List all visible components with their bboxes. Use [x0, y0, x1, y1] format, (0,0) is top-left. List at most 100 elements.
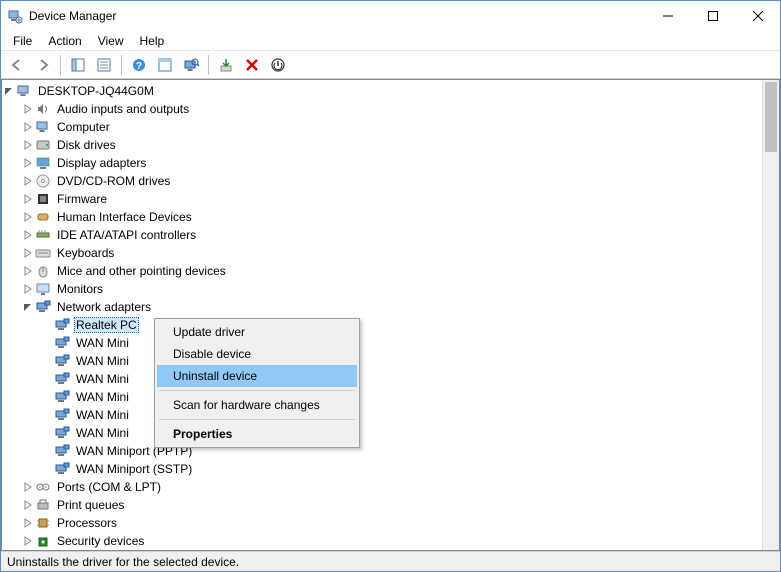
expand-icon[interactable]	[21, 284, 35, 294]
menu-action[interactable]: Action	[40, 32, 89, 50]
context-menu-item[interactable]: Uninstall device	[157, 365, 357, 387]
tree-category[interactable]: Security devices	[2, 532, 779, 550]
tree-category[interactable]: Human Interface Devices	[2, 208, 779, 226]
scrollbar-thumb[interactable]	[765, 82, 777, 152]
tree-category[interactable]: Processors	[2, 514, 779, 532]
tree-device[interactable]: WAN Mini	[2, 334, 779, 352]
tree-category[interactable]: DVD/CD-ROM drives	[2, 172, 779, 190]
cpu-icon	[35, 515, 51, 531]
tree-device[interactable]: Realtek PC	[2, 316, 779, 334]
tree-device[interactable]: WAN Mini	[2, 406, 779, 424]
tree-node-label: DVD/CD-ROM drives	[55, 174, 172, 188]
expand-icon[interactable]	[21, 518, 35, 528]
maximize-button[interactable]	[690, 2, 735, 31]
tree-node-label: IDE ATA/ATAPI controllers	[55, 228, 198, 242]
menu-file[interactable]: File	[5, 32, 40, 50]
expand-icon[interactable]	[21, 248, 35, 258]
tree-category[interactable]: Audio inputs and outputs	[2, 100, 779, 118]
tree-category[interactable]: Ports (COM & LPT)	[2, 478, 779, 496]
tree-device[interactable]: WAN Mini	[2, 352, 779, 370]
uninstall-device-button[interactable]	[240, 53, 264, 77]
context-menu: Update driverDisable deviceUninstall dev…	[154, 318, 360, 448]
printer-icon	[35, 497, 51, 513]
toolbar-separator	[121, 55, 122, 75]
tree-device[interactable]: WAN Miniport (SSTP)	[2, 460, 779, 478]
expand-icon[interactable]	[21, 500, 35, 510]
tree-device[interactable]: WAN Mini	[2, 370, 779, 388]
tree-category[interactable]: Mice and other pointing devices	[2, 262, 779, 280]
scan-hardware-button[interactable]	[179, 53, 203, 77]
tree-node-label: Processors	[55, 516, 119, 530]
port-icon	[35, 479, 51, 495]
expand-icon[interactable]	[21, 158, 35, 168]
device-tree-area[interactable]: DESKTOP-JQ44G0M Audio inputs and outputs C…	[1, 79, 780, 551]
titlebar: Device Manager	[1, 1, 780, 31]
network-icon	[54, 461, 70, 477]
tree-node-label: Network adapters	[55, 300, 153, 314]
tree-category[interactable]: Print queues	[2, 496, 779, 514]
expand-icon[interactable]	[21, 212, 35, 222]
menubar: File Action View Help	[1, 31, 780, 51]
expand-icon[interactable]	[21, 122, 35, 132]
tree-category[interactable]: Disk drives	[2, 136, 779, 154]
tree-device[interactable]: WAN Mini	[2, 424, 779, 442]
tree-node-label: WAN Mini	[74, 372, 131, 386]
show-hide-console-button[interactable]	[66, 53, 90, 77]
expand-icon[interactable]	[21, 104, 35, 114]
vertical-scrollbar[interactable]	[762, 80, 779, 550]
tree-device[interactable]: WAN Mini	[2, 388, 779, 406]
expand-icon[interactable]	[21, 266, 35, 276]
tree-node-label: WAN Mini	[74, 408, 131, 422]
speaker-icon	[35, 101, 51, 117]
forward-button[interactable]	[31, 53, 55, 77]
network-icon	[54, 425, 70, 441]
expand-icon[interactable]	[21, 230, 35, 240]
tree-category[interactable]: Firmware	[2, 190, 779, 208]
action-listview-button[interactable]	[153, 53, 177, 77]
toolbar-separator	[208, 55, 209, 75]
computer-root-icon	[16, 83, 32, 99]
disk-icon	[35, 137, 51, 153]
network-icon	[54, 407, 70, 423]
expand-icon[interactable]	[2, 86, 16, 96]
cd-icon	[35, 173, 51, 189]
tree-category[interactable]: Display adapters	[2, 154, 779, 172]
expand-icon[interactable]	[21, 482, 35, 492]
tree-category[interactable]: Keyboards	[2, 244, 779, 262]
toolbar-separator	[60, 55, 61, 75]
expand-icon[interactable]	[21, 302, 35, 312]
update-driver-button[interactable]	[214, 53, 238, 77]
tree-category[interactable]: Monitors	[2, 280, 779, 298]
tree-node-label: Audio inputs and outputs	[55, 102, 191, 116]
close-button[interactable]	[735, 2, 780, 31]
back-button[interactable]	[5, 53, 29, 77]
tree-category[interactable]: IDE ATA/ATAPI controllers	[2, 226, 779, 244]
tree-category[interactable]: Network adapters	[2, 298, 779, 316]
network-icon	[54, 335, 70, 351]
computer-icon	[35, 119, 51, 135]
context-menu-item[interactable]: Update driver	[157, 321, 357, 343]
minimize-button[interactable]	[645, 2, 690, 31]
expand-icon[interactable]	[21, 140, 35, 150]
statusbar: Uninstalls the driver for the selected d…	[1, 551, 780, 571]
context-menu-item[interactable]: Scan for hardware changes	[157, 394, 357, 416]
tree-node-label: Print queues	[55, 498, 126, 512]
context-menu-item[interactable]: Properties	[157, 423, 357, 445]
menu-help[interactable]: Help	[132, 32, 173, 50]
properties-button[interactable]	[92, 53, 116, 77]
disable-device-button[interactable]	[266, 53, 290, 77]
network-icon	[54, 353, 70, 369]
context-menu-item[interactable]: Disable device	[157, 343, 357, 365]
tree-root[interactable]: DESKTOP-JQ44G0M	[2, 82, 779, 100]
tree-node-label: WAN Mini	[74, 354, 131, 368]
tree-device[interactable]: WAN Miniport (PPTP)	[2, 442, 779, 460]
firmware-icon	[35, 191, 51, 207]
help-button[interactable]: ?	[127, 53, 151, 77]
expand-icon[interactable]	[21, 536, 35, 546]
expand-icon[interactable]	[21, 176, 35, 186]
tree-node-label: Keyboards	[55, 246, 116, 260]
expand-icon[interactable]	[21, 194, 35, 204]
tree-category[interactable]: Computer	[2, 118, 779, 136]
status-text: Uninstalls the driver for the selected d…	[7, 555, 239, 569]
menu-view[interactable]: View	[90, 32, 132, 50]
